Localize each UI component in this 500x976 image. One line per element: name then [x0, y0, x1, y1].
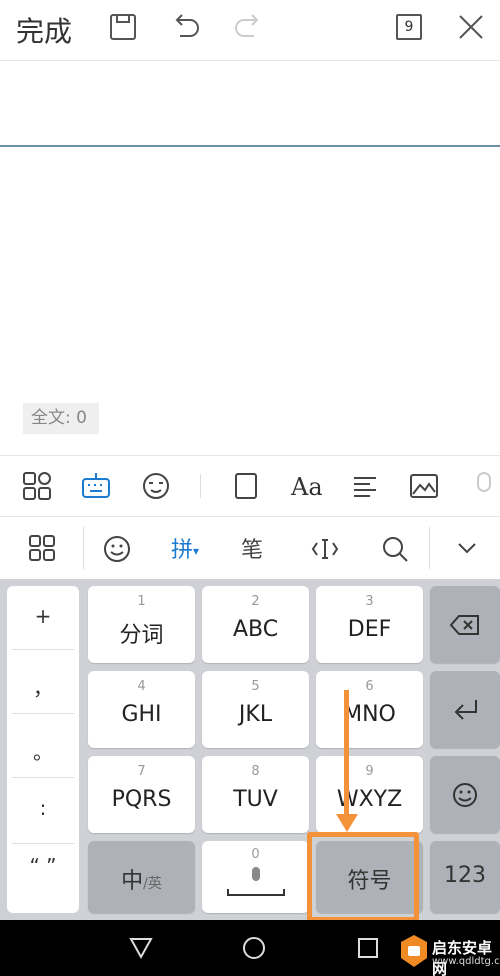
page-count-icon[interactable]: 9 — [396, 14, 422, 40]
key-number: 5 — [251, 679, 260, 694]
key-5-jkl[interactable]: 5 JKL — [202, 671, 309, 748]
language-toggle-button[interactable]: 中/英 — [88, 841, 195, 913]
symbol-divider — [12, 843, 74, 844]
back-icon[interactable] — [128, 936, 154, 960]
key-9-wxyz[interactable]: 9 WXYZ — [316, 756, 423, 833]
key-number: 0 — [251, 847, 260, 862]
symbol-divider — [12, 713, 74, 714]
key-number: 1 — [137, 594, 146, 609]
cursor-icon[interactable] — [310, 535, 340, 563]
emoji-key-button[interactable] — [430, 756, 500, 833]
key-number: 2 — [251, 594, 260, 609]
save-icon[interactable] — [108, 12, 138, 42]
key-number: 6 — [365, 679, 374, 694]
annotation-highlight-box — [307, 832, 419, 922]
enter-button[interactable] — [430, 671, 500, 748]
space-key[interactable]: 0 — [202, 841, 309, 913]
topbar-divider — [0, 60, 500, 61]
symbol-comma[interactable]: ， — [7, 672, 79, 736]
fullscreen-icon[interactable] — [230, 470, 262, 502]
redo-icon[interactable] — [232, 12, 264, 42]
undo-icon[interactable] — [170, 12, 202, 42]
key-label: MNO — [343, 702, 396, 727]
key-number: 3 — [365, 594, 374, 609]
backspace-button[interactable] — [430, 586, 500, 663]
key-label: JKL — [238, 702, 273, 727]
image-icon[interactable] — [408, 470, 440, 502]
key-number: 4 — [137, 679, 146, 694]
key-label: PQRS — [111, 787, 172, 812]
symbol-plus[interactable]: + — [7, 604, 79, 668]
key-label: 123 — [444, 863, 486, 888]
space-mic-icon — [227, 867, 285, 896]
chevron-down-icon[interactable] — [454, 537, 480, 559]
align-icon[interactable] — [350, 470, 382, 502]
enter-icon — [454, 700, 477, 720]
key-1-segment[interactable]: 1 分词 — [88, 586, 195, 663]
home-icon[interactable] — [241, 935, 267, 961]
annotation-arrowhead-icon — [336, 814, 358, 832]
symbol-quotes[interactable]: “ ” — [7, 854, 79, 918]
search-icon[interactable] — [380, 534, 410, 564]
pinyin-mode-button[interactable]: 拼▾ — [171, 532, 199, 564]
keyboard-icon[interactable] — [80, 471, 112, 501]
watermark-logo-icon — [401, 935, 427, 967]
close-icon[interactable] — [456, 12, 486, 42]
symbol-divider — [12, 649, 74, 650]
smiley-icon[interactable] — [102, 534, 132, 564]
stroke-mode-button[interactable]: 笔 — [241, 532, 263, 564]
key-7-pqrs[interactable]: 7 PQRS — [88, 756, 195, 833]
key-label: WXYZ — [336, 787, 403, 812]
grid-apps-icon[interactable] — [22, 471, 52, 501]
key-8-tuv[interactable]: 8 TUV — [202, 756, 309, 833]
recents-icon[interactable] — [356, 936, 380, 960]
key-6-mno[interactable]: 6 MNO — [316, 671, 423, 748]
annotation-arrow — [344, 690, 349, 820]
key-2-abc[interactable]: 2 ABC — [202, 586, 309, 663]
format-toolbar: Aa — [0, 456, 500, 516]
key-number: 8 — [251, 764, 260, 779]
language-toggle-label: 中/英 — [121, 869, 162, 894]
key-4-ghi[interactable]: 4 GHI — [88, 671, 195, 748]
grid-icon[interactable] — [28, 534, 56, 562]
ime-toolbar-separator-right — [429, 527, 430, 569]
key-3-def[interactable]: 3 DEF — [316, 586, 423, 663]
key-number: 7 — [137, 764, 146, 779]
backspace-icon — [449, 615, 479, 635]
ime-toolbar-separator-left — [83, 527, 84, 569]
format-toolbar-separator — [200, 474, 201, 498]
key-label: TUV — [233, 787, 278, 812]
key-label: DEF — [347, 617, 392, 642]
pinyin-dropdown-icon: ▾ — [193, 544, 200, 558]
emoji-face-icon[interactable] — [140, 470, 172, 502]
font-icon[interactable]: Aa — [291, 473, 323, 501]
key-label: GHI — [121, 702, 162, 727]
symbol-divider — [12, 777, 74, 778]
key-label: ABC — [232, 617, 279, 642]
key-number: 9 — [365, 764, 374, 779]
done-button[interactable]: 完成 — [16, 10, 72, 50]
top-bar: 完成 9 — [0, 0, 500, 60]
word-count-badge: 全文: 0 — [23, 403, 99, 434]
key-label: 分词 — [119, 623, 164, 648]
watermark-url: www.qdldtg.com — [432, 956, 500, 967]
symbol-period[interactable]: 。 — [7, 736, 79, 800]
mic-icon[interactable] — [470, 470, 498, 502]
symbol-colon[interactable]: : — [7, 796, 79, 860]
numeric-key-button[interactable]: 123 — [430, 841, 500, 913]
smiley-icon — [453, 783, 477, 807]
title-underline — [0, 145, 500, 147]
